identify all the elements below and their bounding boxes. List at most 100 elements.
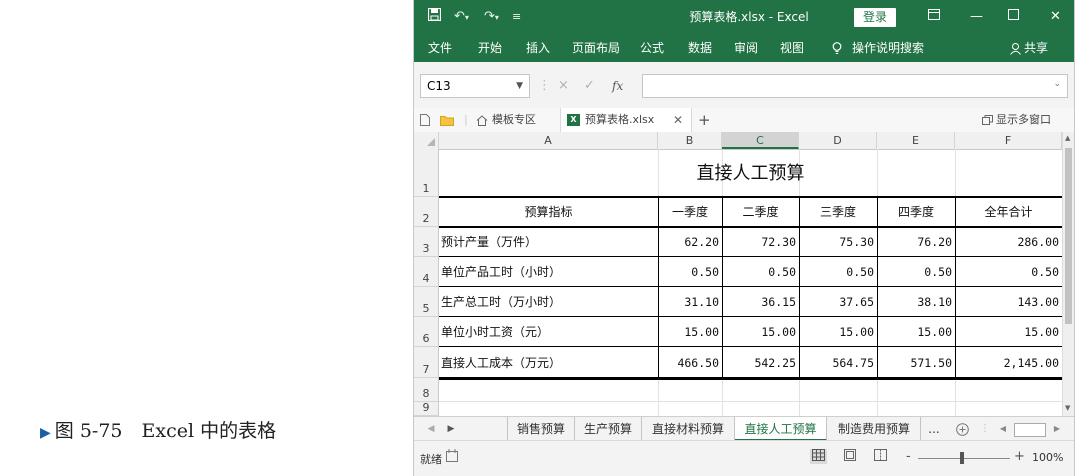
column-header-e[interactable]: E xyxy=(877,132,955,149)
insert-function-icon[interactable]: fx xyxy=(612,74,623,98)
tab-split-handle[interactable]: ⋮ xyxy=(980,417,990,441)
expand-formula-icon[interactable]: ⌄ xyxy=(1053,79,1061,89)
tab-insert[interactable]: 插入 xyxy=(526,34,550,62)
more-sheets-button[interactable]: ... xyxy=(921,417,947,441)
vertical-scrollbar[interactable]: ▲ ▼ xyxy=(1062,132,1074,416)
customize-qat-icon[interactable]: ≡ xyxy=(512,0,521,34)
hscroll-left-icon[interactable]: ◀ xyxy=(996,417,1010,441)
data-cell[interactable]: 15.00 xyxy=(658,317,722,347)
header-cell-indicator[interactable]: 预算指标 xyxy=(439,197,658,227)
data-cell[interactable]: 0.50 xyxy=(658,257,722,287)
formula-input[interactable]: ⌄ xyxy=(642,74,1068,98)
template-zone-link[interactable]: 模板专区 xyxy=(492,108,536,132)
data-cell[interactable]: 15.00 xyxy=(877,317,955,347)
data-cell[interactable]: 286.00 xyxy=(955,227,1062,257)
sheet-tab-materials[interactable]: 直接材料预算 xyxy=(642,417,735,441)
login-button[interactable]: 登录 xyxy=(854,8,896,27)
zoom-out-button[interactable]: - xyxy=(906,449,911,464)
sheet-next-icon[interactable]: ▶ xyxy=(442,417,460,441)
zoom-in-button[interactable]: + xyxy=(1014,449,1025,464)
data-cell[interactable]: 72.30 xyxy=(722,227,799,257)
header-cell-q3[interactable]: 三季度 xyxy=(799,197,877,227)
scroll-down-icon[interactable]: ▼ xyxy=(1065,404,1070,412)
data-cell[interactable]: 571.50 xyxy=(877,347,955,378)
home-icon[interactable] xyxy=(476,108,488,132)
data-cell[interactable]: 466.50 xyxy=(658,347,722,378)
row-header-1[interactable]: 1 xyxy=(414,149,439,197)
column-header-b[interactable]: B xyxy=(658,132,722,149)
data-cell[interactable]: 15.00 xyxy=(722,317,799,347)
column-header-c[interactable]: C xyxy=(722,132,799,149)
sheet-tab-overhead[interactable]: 制造费用预算 xyxy=(828,417,921,441)
data-cell[interactable]: 38.10 xyxy=(877,287,955,317)
row-header-6[interactable]: 6 xyxy=(414,317,439,347)
hscroll-right-icon[interactable]: ▶ xyxy=(1050,417,1064,441)
maximize-icon[interactable] xyxy=(1008,0,1019,34)
scroll-thumb[interactable] xyxy=(1065,148,1072,324)
data-cell[interactable]: 36.15 xyxy=(722,287,799,317)
tab-document[interactable]: X 预算表格.xlsx ✕ xyxy=(560,108,692,132)
share-button[interactable]: 共享 xyxy=(1024,34,1048,62)
data-cell[interactable]: 0.50 xyxy=(877,257,955,287)
macro-record-icon[interactable] xyxy=(446,449,458,465)
add-sheet-icon[interactable] xyxy=(952,417,972,441)
row-header-5[interactable]: 5 xyxy=(414,287,439,317)
row-header-4[interactable]: 4 xyxy=(414,257,439,287)
zoom-level[interactable]: 100% xyxy=(1032,451,1063,464)
show-multi-window-button[interactable]: 显示多窗口 xyxy=(996,108,1051,132)
header-cell-q2[interactable]: 二季度 xyxy=(722,197,799,227)
data-cell[interactable]: 143.00 xyxy=(955,287,1062,317)
data-cell[interactable]: 31.10 xyxy=(658,287,722,317)
header-cell-total[interactable]: 全年合计 xyxy=(955,197,1062,227)
row-label-cell[interactable]: 单位产品工时（小时） xyxy=(439,257,658,287)
tab-home[interactable]: 开始 xyxy=(478,34,502,62)
sheet-tab-labor[interactable]: 直接人工预算 xyxy=(735,417,827,441)
row-header-7[interactable]: 7 xyxy=(414,347,439,378)
row-label-cell[interactable]: 生产总工时（万小时） xyxy=(439,287,658,317)
column-header-f[interactable]: F xyxy=(955,132,1062,149)
data-cell[interactable]: 0.50 xyxy=(799,257,877,287)
row-header-3[interactable]: 3 xyxy=(414,227,439,257)
undo-icon[interactable]: ↶▾ xyxy=(454,0,469,34)
table-title[interactable]: 直接人工预算 xyxy=(439,149,1062,197)
row-header-9[interactable]: 9 xyxy=(414,401,439,416)
close-icon[interactable]: ✕ xyxy=(1050,0,1061,34)
column-header-d[interactable]: D xyxy=(799,132,877,149)
row-label-cell[interactable]: 单位小时工资（元） xyxy=(439,317,658,347)
zoom-slider-track[interactable] xyxy=(918,458,1010,459)
sheet-tab-sales[interactable]: 销售预算 xyxy=(508,417,575,441)
tab-data[interactable]: 数据 xyxy=(688,34,712,62)
data-cell[interactable]: 37.65 xyxy=(799,287,877,317)
header-cell-q4[interactable]: 四季度 xyxy=(877,197,955,227)
select-all-corner[interactable] xyxy=(414,132,439,149)
new-document-icon[interactable] xyxy=(420,108,430,132)
tab-review[interactable]: 审阅 xyxy=(734,34,758,62)
header-cell-q1[interactable]: 一季度 xyxy=(658,197,722,227)
data-cell[interactable]: 564.75 xyxy=(799,347,877,378)
close-tab-icon[interactable]: ✕ xyxy=(673,108,683,132)
column-header-a[interactable]: A xyxy=(439,132,658,149)
confirm-entry-icon[interactable]: ✓ xyxy=(584,74,595,98)
open-folder-icon[interactable] xyxy=(440,108,454,132)
data-cell[interactable]: 2,145.00 xyxy=(955,347,1062,378)
zoom-slider-thumb[interactable] xyxy=(960,452,964,464)
row-header-8[interactable]: 8 xyxy=(414,378,439,402)
data-cell[interactable]: 0.50 xyxy=(955,257,1062,287)
data-cell[interactable]: 62.20 xyxy=(658,227,722,257)
data-cell[interactable]: 15.00 xyxy=(799,317,877,347)
sheet-prev-icon[interactable]: ◀ xyxy=(422,417,440,441)
tab-view[interactable]: 视图 xyxy=(780,34,804,62)
tell-me-search[interactable]: 操作说明搜索 xyxy=(852,34,924,62)
horizontal-scroll-thumb[interactable] xyxy=(1014,423,1046,437)
sheet-tab-production[interactable]: 生产预算 xyxy=(575,417,642,441)
data-cell[interactable]: 542.25 xyxy=(722,347,799,378)
tab-page-layout[interactable]: 页面布局 xyxy=(572,34,620,62)
normal-view-icon[interactable] xyxy=(810,449,827,464)
redo-icon[interactable]: ↷▾ xyxy=(484,0,499,34)
minimize-icon[interactable]: — xyxy=(970,0,983,34)
data-cell[interactable]: 75.30 xyxy=(799,227,877,257)
name-box[interactable]: C13 ▼ xyxy=(420,74,530,98)
ribbon-display-icon[interactable] xyxy=(928,0,940,34)
tab-formulas[interactable]: 公式 xyxy=(640,34,664,62)
data-cell[interactable]: 15.00 xyxy=(955,317,1062,347)
